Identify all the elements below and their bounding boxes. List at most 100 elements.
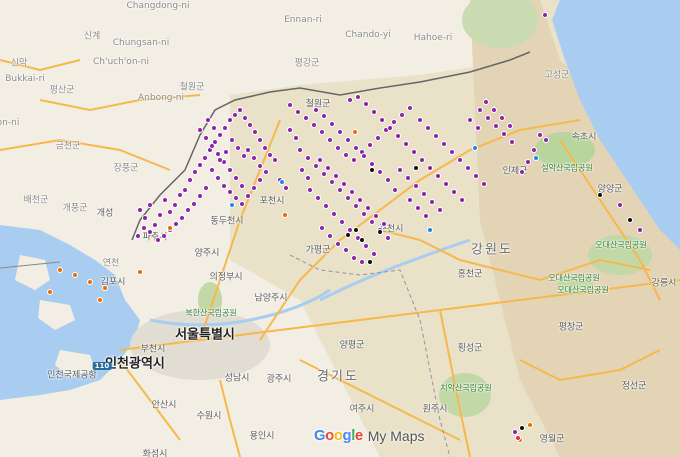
purple-place-marker[interactable] [137,207,143,213]
purple-place-marker[interactable] [481,181,487,187]
purple-place-marker[interactable] [427,165,433,171]
purple-place-marker[interactable] [329,179,335,185]
purple-place-marker[interactable] [182,187,188,193]
purple-place-marker[interactable] [262,145,268,151]
purple-place-marker[interactable] [327,233,333,239]
purple-place-marker[interactable] [361,153,367,159]
purple-place-marker[interactable] [247,122,253,128]
purple-place-marker[interactable] [363,101,369,107]
purple-place-marker[interactable] [229,137,235,143]
purple-place-marker[interactable] [507,123,513,129]
purple-place-marker[interactable] [375,135,381,141]
purple-place-marker[interactable] [411,149,417,155]
purple-place-marker[interactable] [459,197,465,203]
blue-place-marker[interactable] [279,179,285,185]
orange-place-marker[interactable] [102,285,108,291]
purple-place-marker[interactable] [245,147,251,153]
purple-place-marker[interactable] [385,235,391,241]
purple-place-marker[interactable] [233,195,239,201]
purple-place-marker[interactable] [177,192,183,198]
purple-place-marker[interactable] [197,193,203,199]
purple-place-marker[interactable] [637,227,643,233]
purple-place-marker[interactable] [203,185,209,191]
purple-place-marker[interactable] [531,147,537,153]
purple-place-marker[interactable] [227,189,233,195]
purple-place-marker[interactable] [221,183,227,189]
purple-place-marker[interactable] [397,167,403,173]
purple-place-marker[interactable] [429,199,435,205]
purple-place-marker[interactable] [343,152,349,158]
purple-place-marker[interactable] [202,155,208,161]
purple-place-marker[interactable] [451,189,457,195]
purple-place-marker[interactable] [537,132,543,138]
purple-place-marker[interactable] [192,169,198,175]
purple-place-marker[interactable] [315,195,321,201]
purple-place-marker[interactable] [525,159,531,165]
orange-place-marker[interactable] [352,129,358,135]
purple-place-marker[interactable] [232,112,238,118]
purple-place-marker[interactable] [433,133,439,139]
purple-place-marker[interactable] [211,125,217,131]
purple-place-marker[interactable] [371,251,377,257]
purple-place-marker[interactable] [203,135,209,141]
purple-place-marker[interactable] [353,145,359,151]
purple-place-marker[interactable] [443,181,449,187]
purple-place-marker[interactable] [373,213,379,219]
purple-place-marker[interactable] [335,241,341,247]
purple-place-marker[interactable] [287,127,293,133]
purple-place-marker[interactable] [162,197,168,203]
purple-place-marker[interactable] [311,122,317,128]
purple-place-marker[interactable] [135,233,141,239]
purple-place-marker[interactable] [395,133,401,139]
purple-place-marker[interactable] [341,181,347,187]
purple-place-marker[interactable] [233,175,239,181]
purple-place-marker[interactable] [197,127,203,133]
purple-place-marker[interactable] [351,255,357,261]
purple-place-marker[interactable] [381,221,387,227]
purple-place-marker[interactable] [245,193,251,199]
black-place-marker[interactable] [359,237,365,243]
purple-place-marker[interactable] [227,167,233,173]
purple-place-marker[interactable] [509,139,515,145]
purple-place-marker[interactable] [363,243,369,249]
purple-place-marker[interactable] [377,169,383,175]
black-place-marker[interactable] [369,167,375,173]
purple-place-marker[interactable] [142,215,148,221]
purple-place-marker[interactable] [299,167,305,173]
purple-place-marker[interactable] [147,202,153,208]
orange-place-marker[interactable] [527,422,533,428]
purple-place-marker[interactable] [157,212,163,218]
purple-place-marker[interactable] [239,201,245,207]
purple-place-marker[interactable] [319,129,325,135]
purple-place-marker[interactable] [387,125,393,131]
purple-place-marker[interactable] [405,175,411,181]
purple-place-marker[interactable] [147,229,153,235]
purple-place-marker[interactable] [339,219,345,225]
purple-place-marker[interactable] [305,155,311,161]
black-place-marker[interactable] [413,165,419,171]
purple-place-marker[interactable] [413,183,419,189]
black-place-marker[interactable] [367,259,373,265]
purple-place-marker[interactable] [355,94,361,100]
purple-place-marker[interactable] [293,135,299,141]
purple-place-marker[interactable] [493,123,499,129]
purple-place-marker[interactable] [209,143,215,149]
purple-place-marker[interactable] [441,141,447,147]
purple-place-marker[interactable] [283,185,289,191]
purple-place-marker[interactable] [329,121,335,127]
purple-place-marker[interactable] [331,211,337,217]
purple-place-marker[interactable] [483,99,489,105]
purple-place-marker[interactable] [313,107,319,113]
purple-place-marker[interactable] [237,107,243,113]
purple-place-marker[interactable] [337,129,343,135]
purple-place-marker[interactable] [491,107,497,113]
orange-place-marker[interactable] [97,297,103,303]
purple-place-marker[interactable] [501,131,507,137]
purple-place-marker[interactable] [347,97,353,103]
purple-place-marker[interactable] [319,225,325,231]
purple-place-marker[interactable] [217,157,223,163]
orange-place-marker[interactable] [87,279,93,285]
purple-place-marker[interactable] [351,157,357,163]
blue-place-marker[interactable] [427,227,433,233]
purple-place-marker[interactable] [257,163,263,169]
